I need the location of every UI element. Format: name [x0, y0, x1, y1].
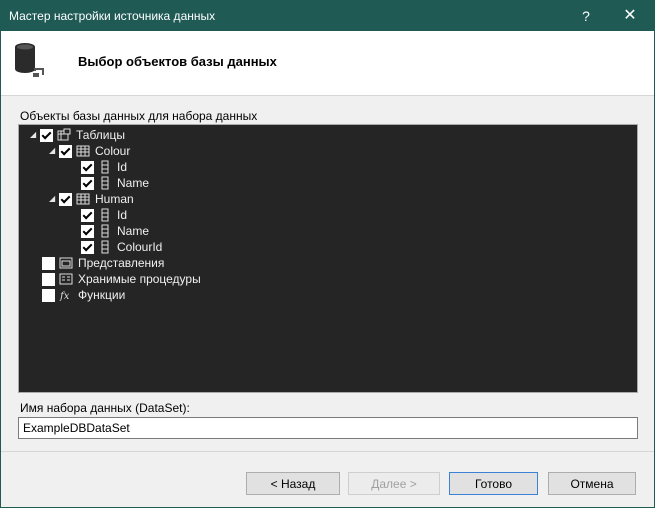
column-icon [101, 160, 109, 174]
tree-node-views[interactable]: Представления [42, 255, 164, 271]
views-icon [59, 257, 73, 269]
footer-separator [1, 451, 654, 452]
svg-text:fx: fx [59, 291, 70, 302]
column-checkbox[interactable] [81, 209, 94, 222]
column-checkbox[interactable] [81, 161, 94, 174]
table-icon [76, 145, 90, 157]
column-icon [101, 224, 109, 238]
tree-node-colour-id[interactable]: Id [81, 159, 127, 175]
wizard-header: Выбор объектов базы данных [1, 31, 654, 96]
column-label: Name [117, 224, 150, 238]
column-label: Id [117, 160, 128, 174]
tree-node-functions[interactable]: fx Функции [42, 287, 125, 303]
title-bar: Мастер настройки источника данных ? ✕ [1, 1, 654, 31]
column-label: Id [117, 208, 128, 222]
procedures-checkbox[interactable] [42, 273, 55, 286]
tree-node-colour[interactable]: ◢ Colour [49, 143, 130, 159]
objects-label: Объекты базы данных для набора данных [20, 109, 258, 123]
functions-label: Функции [78, 288, 126, 302]
back-button[interactable]: < Назад [246, 472, 340, 495]
close-button[interactable]: ✕ [610, 1, 650, 31]
cancel-button[interactable]: Отмена [548, 472, 636, 495]
column-icon [101, 208, 109, 222]
tree-node-human-name[interactable]: Name [81, 223, 149, 239]
tables-folder-icon [57, 128, 71, 141]
dataset-name-label: Имя набора данных (DataSet): [20, 401, 190, 415]
tree-node-stored-procedures[interactable]: Хранимые процедуры [42, 271, 201, 287]
tables-label: Таблицы [76, 128, 126, 142]
page-heading: Выбор объектов базы данных [78, 54, 277, 69]
function-icon: fx [59, 291, 70, 302]
tree-node-human[interactable]: ◢ Human [49, 191, 134, 207]
expand-arrow-icon[interactable]: ◢ [30, 127, 40, 143]
column-label: Name [117, 176, 150, 190]
functions-checkbox[interactable] [42, 289, 55, 302]
views-checkbox[interactable] [42, 257, 55, 270]
colour-checkbox[interactable] [59, 145, 72, 158]
table-icon [76, 193, 90, 205]
tables-checkbox[interactable] [40, 129, 53, 142]
tree-node-colour-name[interactable]: Name [81, 175, 149, 191]
tree-node-human-colourid[interactable]: ColourId [81, 239, 162, 255]
stored-procedure-icon [59, 273, 73, 285]
colour-label: Colour [95, 144, 131, 158]
finish-button[interactable]: Готово [449, 472, 538, 495]
database-icon [15, 43, 44, 77]
next-button[interactable]: Далее > [348, 472, 440, 495]
human-label: Human [95, 192, 134, 206]
help-button[interactable]: ? [566, 1, 606, 31]
column-icon [101, 240, 109, 254]
column-checkbox[interactable] [81, 241, 94, 254]
column-checkbox[interactable] [81, 177, 94, 190]
column-label: ColourId [117, 240, 163, 254]
database-objects-tree[interactable]: ◢ Таблицы ◢ Colour Id Name ◢ Human Id Name … [18, 124, 638, 393]
dataset-name-input[interactable]: ExampleDBDataSet [18, 417, 638, 439]
expand-arrow-icon[interactable]: ◢ [49, 191, 59, 207]
wizard-window: Мастер настройки источника данных ? ✕ Вы… [0, 0, 655, 508]
procedures-label: Хранимые процедуры [78, 272, 201, 286]
views-label: Представления [78, 256, 165, 270]
window-title: Мастер настройки источника данных [9, 9, 216, 23]
column-checkbox[interactable] [81, 225, 94, 238]
human-checkbox[interactable] [59, 193, 72, 206]
column-icon [101, 176, 109, 190]
tree-node-human-id[interactable]: Id [81, 207, 127, 223]
expand-arrow-icon[interactable]: ◢ [49, 143, 59, 159]
tree-node-tables[interactable]: ◢ Таблицы [30, 127, 125, 143]
